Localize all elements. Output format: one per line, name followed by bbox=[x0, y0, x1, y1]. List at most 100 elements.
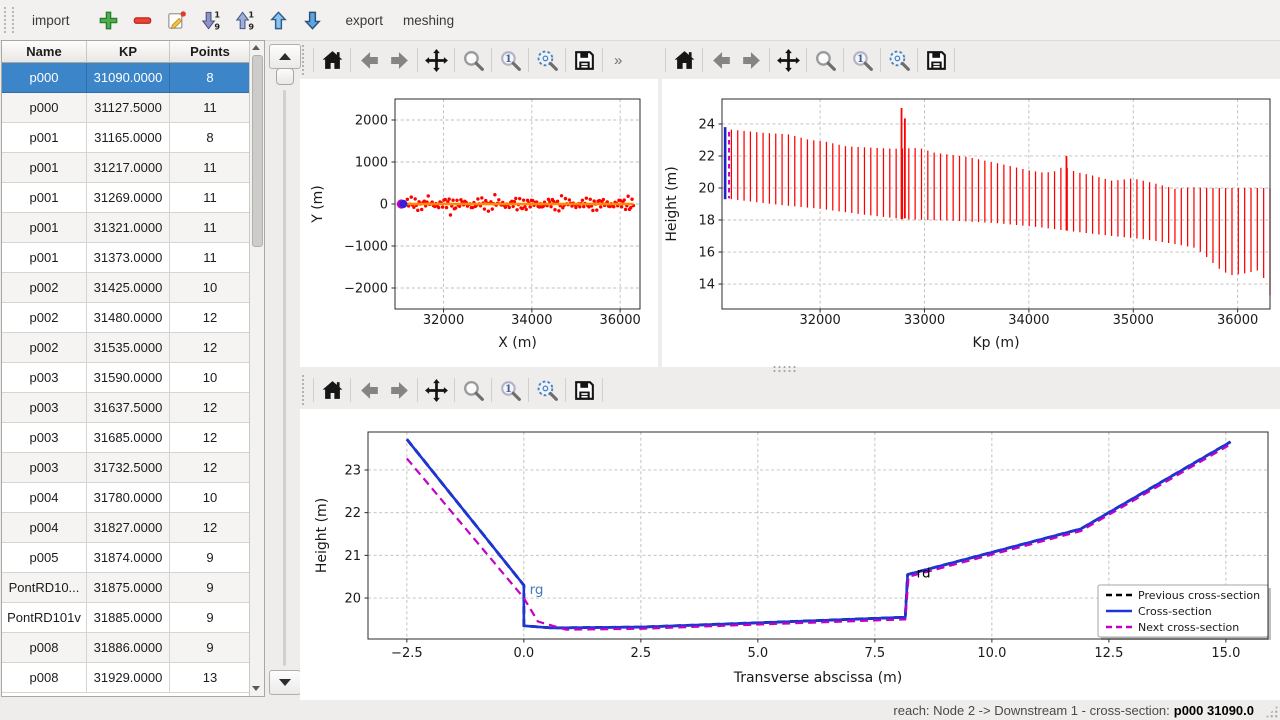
table-row[interactable]: p00131321.000011 bbox=[2, 213, 251, 243]
table-row[interactable]: p00231425.000010 bbox=[2, 273, 251, 303]
table-cell: 12 bbox=[170, 453, 251, 483]
save-icon bbox=[572, 378, 597, 403]
longitudinal-profile-canvas[interactable]: 3200033000340003500036000141618202224Kp … bbox=[662, 79, 1280, 367]
forward-icon bbox=[387, 378, 412, 403]
home-button[interactable] bbox=[669, 45, 699, 75]
save-button[interactable] bbox=[569, 375, 599, 405]
svg-text:1: 1 bbox=[248, 9, 254, 19]
forward-button[interactable] bbox=[384, 375, 414, 405]
zoom-fit-button[interactable] bbox=[532, 45, 562, 75]
table-cell: 31732.5000 bbox=[87, 453, 170, 483]
table-row[interactable]: p00431827.000012 bbox=[2, 513, 251, 543]
table-cell: 11 bbox=[170, 243, 251, 273]
table-cell: 9 bbox=[170, 603, 251, 633]
home-button[interactable] bbox=[317, 45, 347, 75]
zoom-button[interactable] bbox=[810, 45, 840, 75]
cross-section-canvas[interactable]: rgrdPrevious cross-sectionCross-sectionN… bbox=[300, 409, 1280, 700]
move-up-button[interactable] bbox=[266, 7, 292, 33]
export-button[interactable]: export bbox=[336, 7, 394, 34]
table-row[interactable]: p00531874.00009 bbox=[2, 543, 251, 573]
pan-button[interactable] bbox=[421, 45, 451, 75]
plan-view-canvas[interactable]: 320003400036000200010000−1000−2000X (m)Y… bbox=[300, 79, 658, 367]
toolbar-drag-handle[interactable] bbox=[302, 45, 306, 75]
toolbar-drag-handle[interactable] bbox=[4, 7, 14, 33]
pane-scroll-down-button[interactable] bbox=[269, 670, 301, 695]
svg-text:1: 1 bbox=[214, 9, 220, 19]
scroll-up-arrow-icon[interactable] bbox=[252, 45, 260, 50]
remove-cross-section-button[interactable] bbox=[130, 7, 156, 33]
meshing-button[interactable]: meshing bbox=[393, 7, 464, 34]
svg-text:2000: 2000 bbox=[355, 114, 388, 129]
svg-text:7.5: 7.5 bbox=[865, 646, 886, 661]
table-row[interactable]: p00831886.00009 bbox=[2, 633, 251, 663]
pan-button[interactable] bbox=[421, 375, 451, 405]
add-cross-section-button[interactable] bbox=[96, 7, 122, 33]
save-button[interactable] bbox=[921, 45, 951, 75]
table-row[interactable]: p00131165.00008 bbox=[2, 123, 251, 153]
table-cell: 31127.5000 bbox=[87, 93, 170, 123]
table-row[interactable]: p00031090.00008 bbox=[2, 63, 251, 93]
pan-button[interactable] bbox=[773, 45, 803, 75]
sort-descending-button[interactable]: 19 bbox=[232, 7, 258, 33]
back-button[interactable] bbox=[354, 375, 384, 405]
forward-button[interactable] bbox=[736, 45, 766, 75]
cross-section-table[interactable]: NameKPPointsp00031090.00008p00031127.500… bbox=[2, 41, 251, 697]
table-row[interactable]: p00431780.000010 bbox=[2, 483, 251, 513]
table-row[interactable]: p00231535.000012 bbox=[2, 333, 251, 363]
zoom-fit-button[interactable] bbox=[532, 375, 562, 405]
table-row[interactable]: p00331732.500012 bbox=[2, 453, 251, 483]
column-header-kp[interactable]: KP bbox=[87, 41, 170, 63]
table-row[interactable]: p00031127.500011 bbox=[2, 93, 251, 123]
save-button[interactable] bbox=[569, 45, 599, 75]
table-cell: 31637.5000 bbox=[87, 393, 170, 423]
table-row[interactable]: PontRD10...31875.00009 bbox=[2, 573, 251, 603]
svg-text:22: 22 bbox=[698, 149, 715, 164]
table-cell: 31685.0000 bbox=[87, 423, 170, 453]
table-cell: 8 bbox=[170, 123, 251, 153]
edit-cross-section-button[interactable] bbox=[164, 7, 190, 33]
table-row[interactable]: p00231480.000012 bbox=[2, 303, 251, 333]
back-button[interactable] bbox=[354, 45, 384, 75]
table-cell: 31929.0000 bbox=[87, 663, 170, 693]
zoom-fit-button[interactable] bbox=[884, 45, 914, 75]
home-button[interactable] bbox=[317, 375, 347, 405]
toolbar-overflow-button[interactable]: » bbox=[606, 52, 630, 69]
table-cell: 31321.0000 bbox=[87, 213, 170, 243]
pane-scroll-thumb[interactable] bbox=[276, 68, 294, 85]
table-row[interactable]: p00831929.000013 bbox=[2, 663, 251, 693]
zoom-button[interactable] bbox=[458, 45, 488, 75]
table-row[interactable]: PontRD101v31885.00009 bbox=[2, 603, 251, 633]
column-header-points[interactable]: Points bbox=[170, 41, 251, 63]
table-cell: 9 bbox=[170, 633, 251, 663]
table-row[interactable]: p00331637.500012 bbox=[2, 393, 251, 423]
table-cell: p001 bbox=[2, 183, 87, 213]
move-down-button[interactable] bbox=[300, 7, 326, 33]
sort-ascending-button[interactable]: 19 bbox=[198, 7, 224, 33]
table-row[interactable]: p00131217.000011 bbox=[2, 153, 251, 183]
zoom-button[interactable] bbox=[458, 375, 488, 405]
scroll-down-arrow-icon[interactable] bbox=[252, 686, 260, 691]
pane-scroll-up-button[interactable] bbox=[269, 44, 301, 69]
table-row[interactable]: p00331590.000010 bbox=[2, 363, 251, 393]
table-cell: 31875.0000 bbox=[87, 573, 170, 603]
import-button[interactable]: import bbox=[22, 7, 80, 34]
zoom-one-icon: 1 bbox=[850, 48, 875, 73]
table-scrollbar-thumb[interactable] bbox=[252, 55, 263, 247]
table-scrollbar[interactable] bbox=[249, 41, 264, 696]
back-button[interactable] bbox=[706, 45, 736, 75]
zoom-data-button[interactable]: 1 bbox=[495, 45, 525, 75]
table-row[interactable]: p00131373.000011 bbox=[2, 243, 251, 273]
home-icon bbox=[320, 378, 345, 403]
table-row[interactable]: p00131269.000011 bbox=[2, 183, 251, 213]
splitter-grip[interactable] bbox=[772, 365, 798, 373]
forward-button[interactable] bbox=[384, 45, 414, 75]
zoom-data-button[interactable]: 1 bbox=[847, 45, 877, 75]
table-cell: 31885.0000 bbox=[87, 603, 170, 633]
column-header-name[interactable]: Name bbox=[2, 41, 87, 63]
table-row[interactable]: p00331685.000012 bbox=[2, 423, 251, 453]
up-triangle-icon bbox=[279, 53, 291, 60]
svg-text:1000: 1000 bbox=[355, 156, 388, 171]
toolbar-drag-handle[interactable] bbox=[302, 375, 306, 405]
pane-scroll-track[interactable] bbox=[283, 90, 286, 666]
zoom-data-button[interactable]: 1 bbox=[495, 375, 525, 405]
